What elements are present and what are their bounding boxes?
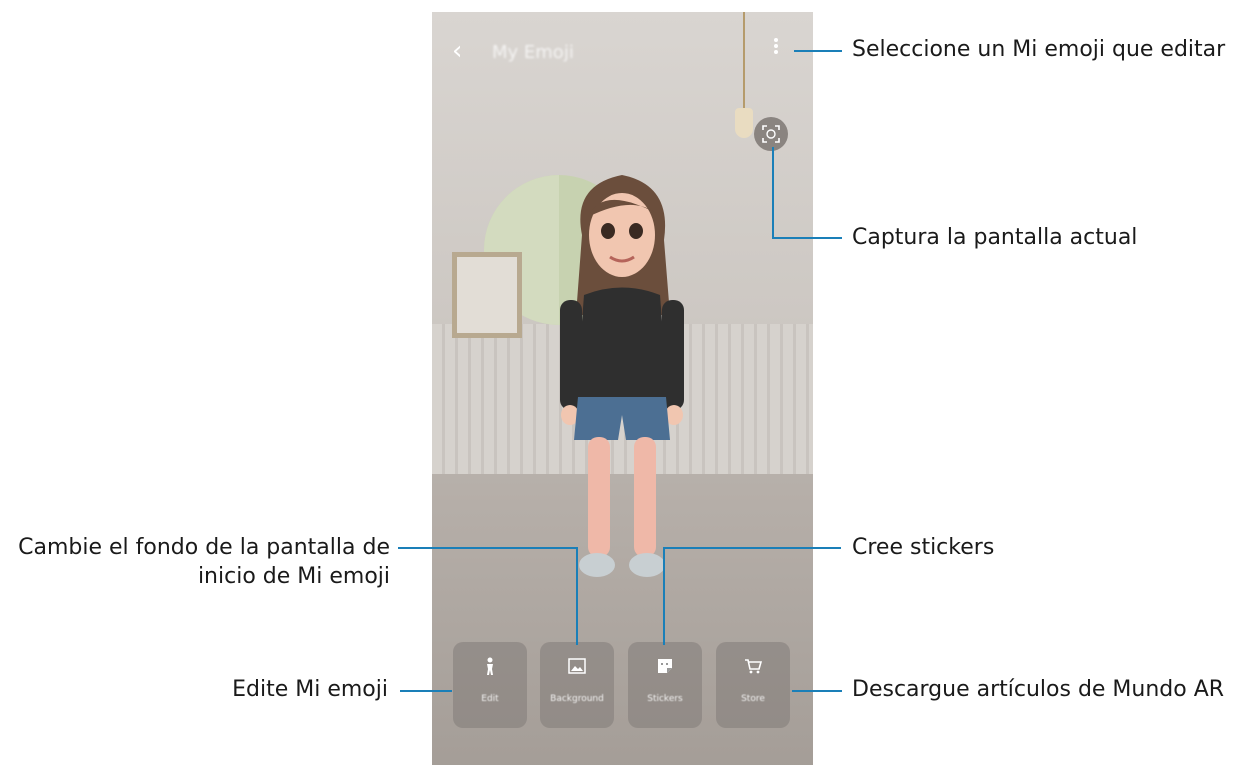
leader-line-background-vertical [576,547,578,645]
person-icon [480,656,500,676]
callout-stickers: Cree stickers [852,535,995,560]
callout-store: Descargue artículos de Mundo AR [852,677,1225,702]
image-icon [567,656,587,676]
edit-tile-button[interactable]: Edit [453,642,527,728]
leader-line-capture [772,237,842,239]
app-title: My Emoji [492,42,574,63]
leader-line-menu [794,50,842,52]
edit-tile-label: Edit [481,694,499,704]
callout-background-line1: Cambie el fondo de la pantalla de [18,535,390,560]
background-tile-button[interactable]: Background [540,642,614,728]
stickers-tile-button[interactable]: Stickers [628,642,702,728]
phone-screen: ‹ My Emoji Edit Background Stickers Stor… [432,12,813,765]
chevron-left-icon: ‹ [452,36,463,66]
leader-line-capture-vertical [772,147,774,238]
leader-line-stickers-vertical [663,547,665,645]
callout-capture: Captura la pantalla actual [852,225,1138,250]
background-tile-label: Background [550,694,604,704]
leader-line-store [792,690,842,692]
callout-edit: Edite Mi emoji [232,677,388,702]
cart-icon [743,656,763,676]
light-bulb [735,108,753,138]
sticker-icon [655,656,675,676]
lamp-cord [743,12,745,112]
picture-frame [452,252,522,338]
leader-line-stickers [663,547,841,549]
callout-menu: Seleccione un Mi emoji que editar [852,37,1226,62]
leader-line-edit [400,690,452,692]
store-tile-button[interactable]: Store [716,642,790,728]
face-capture-icon [762,125,780,143]
emoji-avatar [560,175,684,577]
more-vertical-icon [774,38,778,42]
stickers-tile-label: Stickers [647,694,683,704]
capture-button[interactable] [754,117,788,151]
store-tile-label: Store [741,694,765,704]
more-options-button[interactable] [770,36,782,58]
back-button[interactable]: ‹ [452,36,462,66]
callout-background-line2: inicio de Mi emoji [197,564,390,589]
leader-line-background [398,547,578,549]
